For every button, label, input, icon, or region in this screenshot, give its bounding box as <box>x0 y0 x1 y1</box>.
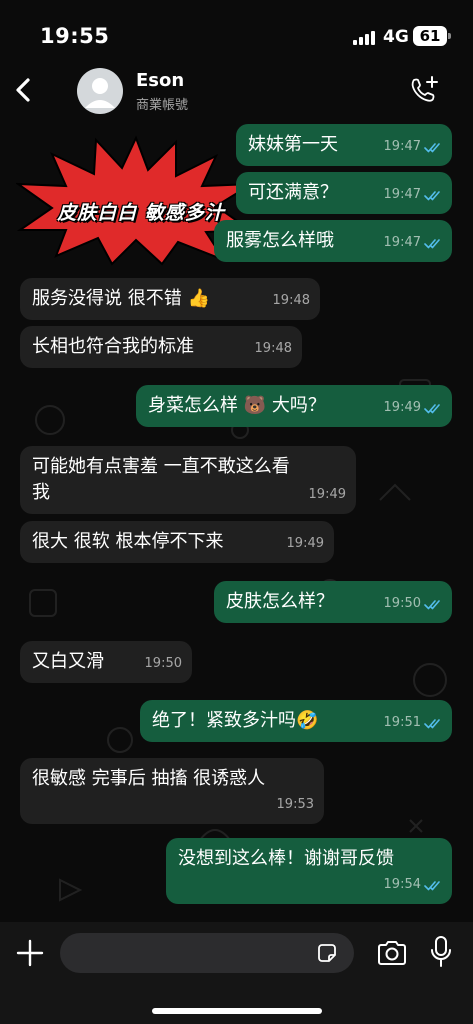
message-time: 19:54 <box>383 877 421 892</box>
message-text: 没想到这么棒！谢谢哥反馈 <box>178 848 394 869</box>
outgoing-message[interactable]: 绝了！紧致多汁吗🤣 19:51 <box>140 700 452 742</box>
read-receipt-icon <box>424 718 440 728</box>
message-meta: 19:50 <box>145 651 182 677</box>
message-list[interactable]: 皮肤白白 敏感多汁 妹妹第一天 19:47 可还满意？ 19:47 服雾怎么样哦 19:4… <box>0 120 473 922</box>
incoming-message[interactable]: 很大 很软 根本停不下来 19:49 <box>20 521 334 563</box>
incoming-message[interactable]: 很敏感 完事后 抽搐 很诱惑人 19:53 <box>20 758 324 824</box>
message-meta: 19:47 <box>384 230 442 256</box>
outgoing-message[interactable]: 身菜怎么样 🐻 大吗？ 19:49 <box>136 385 452 427</box>
status-bar: 19:55 4G 61 <box>0 0 473 62</box>
composer-bar <box>0 922 473 1024</box>
message-meta: 19:51 <box>384 710 442 736</box>
incoming-message[interactable]: 又白又滑 19:50 <box>20 641 192 683</box>
message-time: 19:51 <box>383 715 421 730</box>
contact-name[interactable]: Eson <box>136 70 184 91</box>
message-meta: 19:49 <box>287 531 324 557</box>
message-text: 服务没得说 很不错 👍 <box>32 288 210 309</box>
message-text: 长相也符合我的标准 <box>32 336 194 357</box>
message-meta: 19:48 <box>255 336 292 362</box>
add-call-icon[interactable] <box>408 74 440 106</box>
network-type: 4G <box>383 27 409 47</box>
message-text: 很大 很软 根本停不下来 <box>32 531 224 552</box>
battery-indicator: 61 <box>413 26 451 46</box>
avatar[interactable] <box>77 68 123 114</box>
message-input-container[interactable] <box>60 933 354 973</box>
message-meta: 19:47 <box>384 182 442 208</box>
read-receipt-icon <box>424 142 440 152</box>
sticker-text: 皮肤白白 敏感多汁 <box>57 202 225 224</box>
read-receipt-icon <box>424 238 440 248</box>
message-time: 19:47 <box>383 139 421 154</box>
outgoing-message[interactable]: 没想到这么棒！谢谢哥反馈 19:54 <box>166 838 452 904</box>
outgoing-message[interactable]: 皮肤怎么样？ 19:50 <box>214 581 452 623</box>
message-time: 19:50 <box>144 656 182 671</box>
message-meta: 19:49 <box>384 395 442 421</box>
read-receipt-icon <box>424 599 440 609</box>
incoming-message[interactable]: 服务没得说 很不错 👍 19:48 <box>20 278 320 320</box>
sticker-icon[interactable] <box>316 942 338 964</box>
plus-icon[interactable] <box>16 939 44 967</box>
message-time: 19:53 <box>276 797 314 812</box>
incoming-message[interactable]: 长相也符合我的标准 19:48 <box>20 326 302 368</box>
read-receipt-icon <box>424 880 440 890</box>
read-receipt-icon <box>424 190 440 200</box>
home-indicator <box>152 1008 322 1014</box>
message-meta: 19:48 <box>273 288 310 314</box>
message-input[interactable] <box>76 933 306 973</box>
outgoing-message[interactable]: 妹妹第一天 19:47 <box>236 124 452 166</box>
message-time: 19:49 <box>383 400 421 415</box>
message-meta: 19:47 <box>384 134 442 160</box>
message-time: 19:48 <box>272 293 310 308</box>
incoming-message[interactable]: 可能她有点害羞 一直不敢这么看 我 19:49 <box>20 446 356 514</box>
chat-header: Eson 商業帳號 <box>0 62 473 120</box>
message-time: 19:50 <box>383 596 421 611</box>
message-time: 19:47 <box>383 235 421 250</box>
camera-icon[interactable] <box>376 939 408 967</box>
message-time: 19:48 <box>254 341 292 356</box>
message-time: 19:49 <box>308 487 346 502</box>
message-meta: 19:54 <box>384 872 442 898</box>
contact-subtitle: 商業帳號 <box>136 98 189 113</box>
chevron-left-icon[interactable] <box>10 76 38 104</box>
message-time: 19:47 <box>383 187 421 202</box>
microphone-icon[interactable] <box>429 935 453 969</box>
message-time: 19:49 <box>286 536 324 551</box>
outgoing-message[interactable]: 服雾怎么样哦 19:47 <box>214 220 452 262</box>
message-meta: 19:53 <box>277 792 314 818</box>
read-receipt-icon <box>424 403 440 413</box>
status-time: 19:55 <box>40 24 110 48</box>
cellular-signal-icon <box>353 31 375 45</box>
message-text: 可能她有点害羞 一直不敢这么看 我 <box>32 456 290 503</box>
message-meta: 19:50 <box>384 591 442 617</box>
message-text: 很敏感 完事后 抽搐 很诱惑人 <box>32 768 266 789</box>
outgoing-message[interactable]: 可还满意？ 19:47 <box>236 172 452 214</box>
default-avatar-icon <box>85 78 115 108</box>
message-meta: 19:49 <box>309 482 346 508</box>
